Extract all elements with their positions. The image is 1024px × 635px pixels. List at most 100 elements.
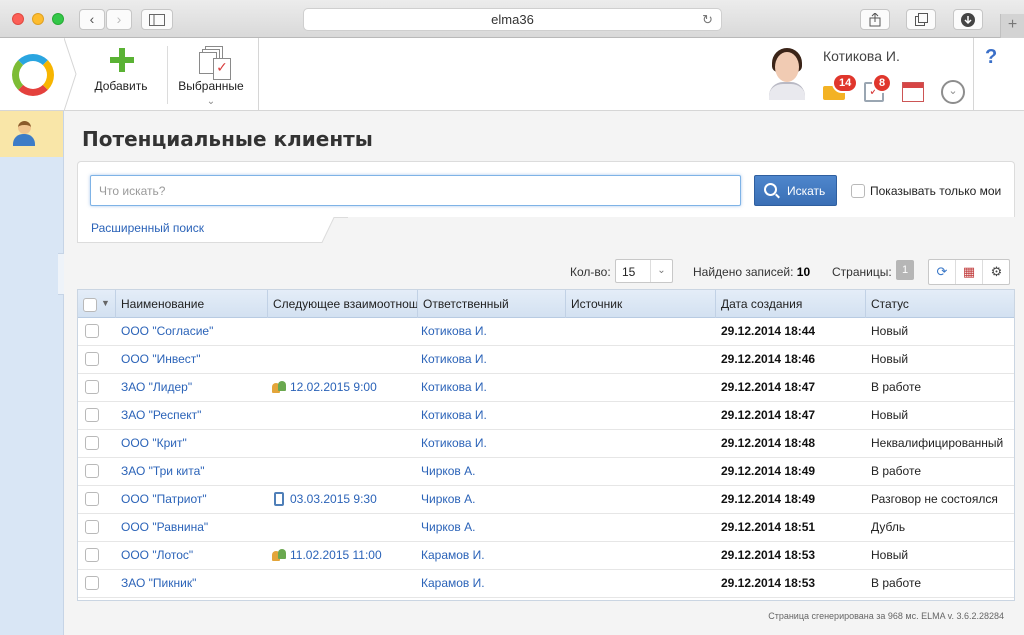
page-size-select[interactable]: 15 ⌄ [615, 259, 673, 283]
owner-link-text[interactable]: Котикова И. [421, 436, 487, 450]
close-window-button[interactable] [12, 13, 24, 25]
table-row[interactable]: ООО "Согласие" Котикова И. 29.12.2014 18:4… [78, 318, 1014, 346]
client-name-link-text[interactable]: ЗАО "Респект" [121, 408, 201, 422]
owner-link[interactable]: Карамов И. [421, 542, 565, 569]
table-row[interactable]: ЗАО "Лидер" 12.02.2015 9:00 Котикова И. 29.… [78, 374, 1014, 402]
owner-link[interactable]: Чирков А. [421, 514, 565, 541]
reload-icon[interactable]: ↻ [702, 9, 713, 30]
table-row[interactable]: ООО "Инвест" Котикова И. 29.12.2014 18:46 Н… [78, 346, 1014, 374]
row-checkbox[interactable] [85, 324, 99, 338]
client-name-link[interactable]: ООО "Равнина" [121, 514, 267, 541]
owner-link-text[interactable]: Котикова И. [421, 352, 487, 366]
row-checkbox[interactable] [85, 380, 99, 394]
owner-link[interactable]: Котикова И. [421, 430, 565, 457]
columns-icon[interactable]: ▦ [956, 260, 983, 284]
owner-link-text[interactable]: Чирков А. [421, 492, 475, 506]
next-interaction-text[interactable]: 11.02.2015 11:00 [290, 548, 382, 562]
owner-link[interactable]: Котикова И. [421, 374, 565, 401]
next-interaction[interactable]: 12.02.2015 9:00 [272, 374, 417, 401]
avatar[interactable] [767, 48, 807, 100]
client-name-link[interactable]: ООО "Инвест" [121, 346, 267, 373]
client-name-link[interactable]: ЗАО "Три кита" [121, 458, 267, 485]
row-checkbox[interactable] [85, 464, 99, 478]
only-mine-checkbox-box[interactable] [851, 183, 865, 198]
user-menu-chevron-icon[interactable]: ⌄ [941, 80, 965, 104]
refresh-icon[interactable]: ⟳ [929, 260, 956, 284]
user-name[interactable]: Котикова И. [823, 48, 900, 64]
client-name-link[interactable]: ООО "Согласие" [121, 318, 267, 345]
column-header-created[interactable]: Дата создания [715, 290, 865, 318]
client-name-link-text[interactable]: ЗАО "Пикник" [121, 576, 196, 590]
owner-link-text[interactable]: Карамов И. [421, 576, 485, 590]
client-name-link-text[interactable]: ООО "Равнина" [121, 520, 208, 534]
client-name-link[interactable]: ООО "Крит" [121, 430, 267, 457]
table-row[interactable]: ЗАО "Три кита" Чирков А. 29.12.2014 18:49 В… [78, 458, 1014, 486]
table-row[interactable]: ЗАО "Пикник" Карамов И. 29.12.2014 18:53 В … [78, 570, 1014, 598]
client-name-link-text[interactable]: ООО "Лотос" [121, 548, 193, 562]
owner-link-text[interactable]: Чирков А. [421, 464, 475, 478]
owner-link[interactable]: Карамов И. [421, 570, 565, 597]
row-checkbox[interactable] [85, 520, 99, 534]
help-icon[interactable]: ? [985, 46, 997, 69]
next-interaction-text[interactable]: 12.02.2015 9:00 [290, 380, 377, 394]
table-row[interactable]: ООО "Патриот" 03.03.2015 9:30 Чирков А. 29.… [78, 486, 1014, 514]
address-bar[interactable]: elma36 ↻ [303, 8, 722, 31]
owner-link[interactable]: Котикова И. [421, 318, 565, 345]
select-all-checkbox[interactable]: ▼ [83, 297, 110, 312]
row-checkbox[interactable] [85, 408, 99, 422]
client-name-link-text[interactable]: ООО "Крит" [121, 436, 187, 450]
row-checkbox[interactable] [85, 492, 99, 506]
calendar-icon[interactable] [902, 82, 924, 102]
client-name-link-text[interactable]: ЗАО "Три кита" [121, 464, 205, 478]
sidebar-item-contacts[interactable] [0, 111, 63, 157]
page-number-1[interactable]: 1 [896, 260, 914, 280]
client-name-link[interactable]: ООО "Патриот" [121, 486, 267, 513]
table-row[interactable]: ООО "Лотос" 11.02.2015 11:00 Карамов И. 29.… [78, 542, 1014, 570]
search-input[interactable] [90, 175, 741, 206]
chevron-down-icon[interactable]: ▼ [101, 298, 110, 308]
only-mine-checkbox[interactable]: Показывать только мои [851, 183, 1001, 198]
owner-link-text[interactable]: Чирков А. [421, 520, 475, 534]
row-checkbox[interactable] [85, 436, 99, 450]
owner-link-text[interactable]: Котикова И. [421, 324, 487, 338]
owner-link-text[interactable]: Карамов И. [421, 548, 485, 562]
client-name-link-text[interactable]: ЗАО "Лидер" [121, 380, 192, 394]
client-name-link[interactable]: ЗАО "Респект" [121, 402, 267, 429]
client-name-link-text[interactable]: ООО "Патриот" [121, 492, 207, 506]
favorites-button[interactable]: ✓ Выбранные ⌄ [174, 38, 248, 111]
next-interaction[interactable]: 11.02.2015 11:00 [272, 542, 417, 569]
client-name-link[interactable]: ЗАО "Пикник" [121, 570, 267, 597]
new-tab-button[interactable]: + [1000, 14, 1024, 38]
advanced-search-link[interactable]: Расширенный поиск [91, 221, 204, 235]
minimize-window-button[interactable] [32, 13, 44, 25]
gear-icon[interactable]: ⚙ [983, 260, 1010, 284]
column-header-next[interactable]: Следующее взаимоотношение [267, 290, 417, 318]
owner-link-text[interactable]: Котикова И. [421, 380, 487, 394]
downloads-button[interactable] [953, 9, 983, 30]
client-name-link-text[interactable]: ООО "Инвест" [121, 352, 201, 366]
client-name-link-text[interactable]: ООО "Согласие" [121, 324, 213, 338]
zoom-window-button[interactable] [52, 13, 64, 25]
table-row[interactable]: ООО "Крит" Котикова И. 29.12.2014 18:48 Нек… [78, 430, 1014, 458]
row-checkbox[interactable] [85, 352, 99, 366]
row-checkbox[interactable] [85, 548, 99, 562]
owner-link[interactable]: Чирков А. [421, 486, 565, 513]
share-button[interactable] [860, 9, 890, 30]
next-interaction-text[interactable]: 03.03.2015 9:30 [290, 492, 377, 506]
back-button[interactable]: ‹ [79, 9, 105, 30]
client-name-link[interactable]: ЗАО "Лидер" [121, 374, 267, 401]
owner-link-text[interactable]: Котикова И. [421, 408, 487, 422]
search-button[interactable]: Искать [754, 175, 837, 206]
owner-link[interactable]: Чирков А. [421, 458, 565, 485]
row-checkbox[interactable] [85, 576, 99, 590]
column-header-status[interactable]: Статус [865, 290, 1014, 318]
tabs-overview-button[interactable] [906, 9, 936, 30]
next-interaction[interactable]: 03.03.2015 9:30 [272, 486, 417, 513]
table-row[interactable]: ООО "Равнина" Чирков А. 29.12.2014 18:51 Ду… [78, 514, 1014, 542]
owner-link[interactable]: Котикова И. [421, 402, 565, 429]
column-header-source[interactable]: Источник [565, 290, 715, 318]
client-name-link[interactable]: ООО "Лотос" [121, 542, 267, 569]
owner-link[interactable]: Котикова И. [421, 346, 565, 373]
column-header-owner[interactable]: Ответственный [417, 290, 565, 318]
column-header-name[interactable]: Наименование [115, 290, 267, 318]
